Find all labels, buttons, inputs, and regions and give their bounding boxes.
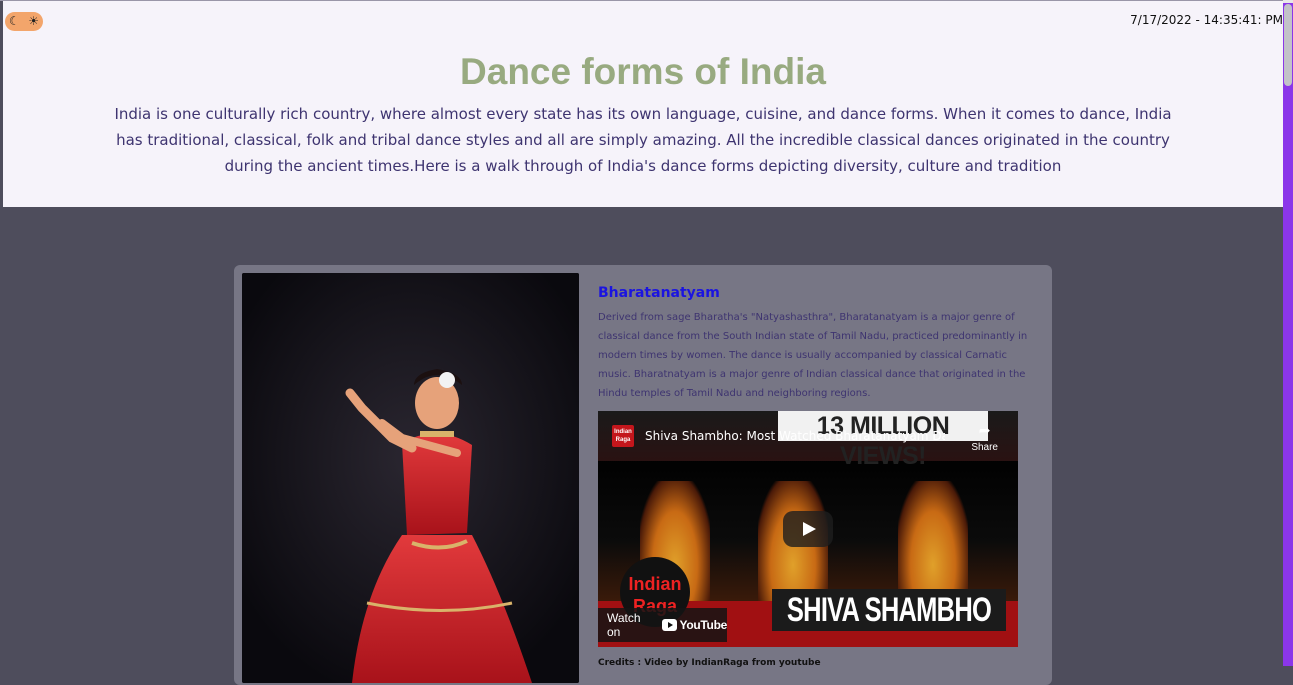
moon-icon: ☾	[9, 14, 20, 28]
scrollbar-top-cap	[1283, 0, 1293, 3]
share-label: Share	[971, 442, 998, 453]
play-button[interactable]	[783, 511, 833, 547]
datetime-display: 7/17/2022 - 14:35:41: PM	[1130, 13, 1283, 27]
dance-card: Bharatanatyam Derived from sage Bharatha…	[234, 265, 1052, 685]
youtube-embed[interactable]: 13 MILLION VIEWS! Indian Raga Shiva Sham…	[598, 411, 1018, 647]
sun-icon: ☀	[28, 14, 39, 28]
vertical-scrollbar[interactable]	[1283, 0, 1293, 666]
watch-on-youtube-button[interactable]: Watch on YouTube	[598, 608, 727, 642]
youtube-label: YouTube	[679, 618, 728, 632]
dancer-illustration	[242, 273, 579, 683]
bharatanatyam-dancer-image	[242, 273, 579, 683]
card-title: Bharatanatyam	[598, 285, 720, 301]
share-button[interactable]: ➦ Share	[971, 423, 998, 455]
channel-logo-icon[interactable]: Indian Raga	[612, 425, 634, 447]
youtube-icon	[661, 619, 677, 631]
share-icon: ➦	[978, 422, 991, 438]
page-title: Dance forms of India	[460, 51, 826, 92]
video-credits: Credits : Video by IndianRaga from youtu…	[598, 658, 821, 668]
intro-text: India is one culturally rich country, wh…	[114, 105, 1172, 175]
thumbnail-dancer	[898, 481, 968, 601]
card-description: Derived from sage Bharatha's "Natyashast…	[598, 312, 1028, 399]
scrollbar-thumb[interactable]	[1284, 4, 1292, 86]
video-title[interactable]: Shiva Shambho: Most Watched Bharatanatya…	[645, 429, 945, 443]
video-overlay-title: SHIVA SHAMBHO	[772, 589, 1006, 631]
page-header: ☾ ☀ 7/17/2022 - 14:35:41: PM Dance forms…	[3, 1, 1283, 207]
theme-toggle[interactable]: ☾ ☀	[5, 12, 43, 31]
watch-on-label: Watch on	[607, 611, 641, 639]
